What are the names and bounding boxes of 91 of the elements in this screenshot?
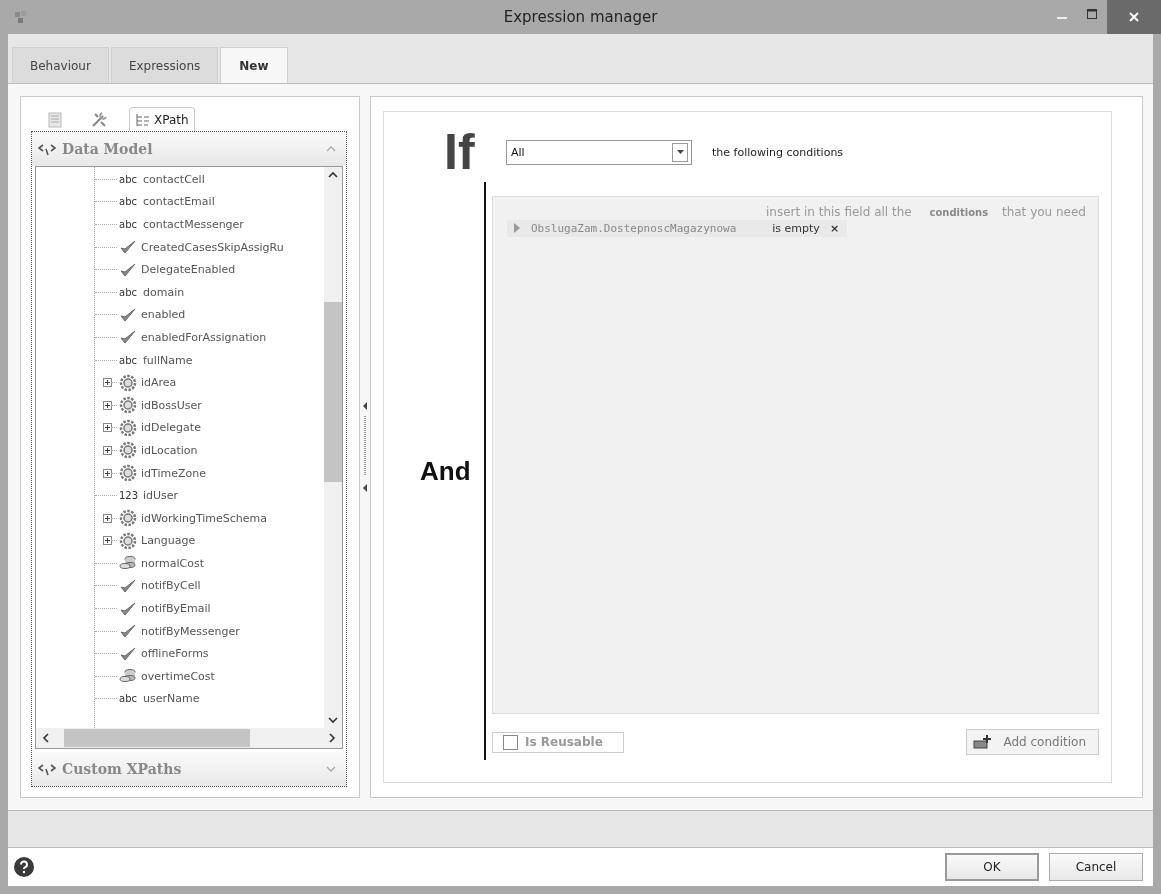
tree-item[interactable]: enabledForAssignation	[141, 330, 267, 344]
type-label: abc	[119, 286, 138, 298]
gear-icon	[119, 464, 137, 482]
check-icon	[119, 239, 137, 256]
gear-icon	[119, 531, 137, 550]
tree-item[interactable]: contactEmail	[143, 195, 215, 209]
check-icon	[119, 578, 137, 594]
expand-icon[interactable]	[103, 445, 112, 455]
tree-item[interactable]: contactCell	[143, 172, 205, 186]
tree-item[interactable]: overtimeCost	[141, 669, 215, 683]
tree-item[interactable]: idWorkingTimeSchema	[141, 511, 268, 525]
dropdown-arrow-icon	[676, 150, 684, 154]
horizontal-scrollbar[interactable]	[36, 728, 342, 748]
check-icon	[119, 329, 137, 346]
expand-icon[interactable]	[103, 468, 112, 478]
check-icon	[119, 600, 137, 617]
scroll-up-icon[interactable]	[328, 171, 338, 179]
help-icon[interactable]	[14, 857, 34, 877]
type-label: abc	[119, 196, 138, 208]
cancel-button[interactable]: Cancel	[1049, 853, 1143, 881]
tree-item[interactable]: enabled	[141, 308, 186, 322]
maximize-icon	[1086, 8, 1098, 20]
close-button[interactable]	[1107, 0, 1161, 34]
add-condition-button[interactable]: Add condition	[966, 729, 1099, 755]
check-icon	[119, 645, 137, 662]
gear-icon	[119, 418, 137, 437]
type-label: abc	[119, 693, 138, 705]
vertical-scrollbar[interactable]	[324, 167, 342, 728]
tab[interactable]: Expressions	[110, 47, 219, 83]
tree-item[interactable]: notifByCell	[141, 579, 201, 593]
tool-tab[interactable]: XPath	[129, 107, 195, 131]
expand-icon[interactable]	[103, 423, 112, 433]
condition-row[interactable]: ObslugaZam.DostepnoscMagazynowa is empty ×	[507, 219, 848, 237]
scroll-left-icon[interactable]	[42, 733, 50, 743]
tree-item[interactable]: idLocation	[141, 443, 198, 457]
tree-item[interactable]: userName	[143, 692, 200, 706]
expand-icon[interactable]	[103, 378, 112, 388]
app-icon	[14, 10, 28, 24]
tree-item[interactable]: domain	[143, 285, 185, 299]
arrows-icon	[38, 142, 56, 156]
scroll-right-icon[interactable]	[328, 733, 336, 743]
tree-item[interactable]: idBossUser	[141, 398, 202, 412]
scroll-down-icon[interactable]	[328, 716, 338, 724]
checkbox[interactable]	[503, 734, 518, 750]
close-icon	[1128, 11, 1140, 23]
if-keyword: If	[443, 127, 476, 177]
condition-suffix: the following conditions	[712, 145, 844, 159]
tree-item[interactable]: notifByMessenger	[141, 624, 240, 638]
and-keyword: And	[420, 455, 471, 487]
check-icon	[119, 261, 137, 278]
tree-item[interactable]: idArea	[141, 376, 177, 390]
tree-item[interactable]: normalCost	[141, 556, 204, 570]
tree-item[interactable]: Language	[141, 534, 196, 548]
tree-item[interactable]: CreatedCasesSkipAssigRu	[141, 240, 284, 254]
tools-icon	[91, 111, 107, 128]
hint-text: insert in this field all the conditions that you need	[764, 205, 1086, 219]
check-icon	[119, 623, 137, 640]
minimize-icon	[1057, 17, 1067, 19]
tree-item[interactable]: offlineForms	[141, 647, 209, 661]
tree-item[interactable]: fullName	[143, 353, 193, 367]
tree-item[interactable]: notifByEmail	[141, 602, 211, 616]
expand-icon[interactable]	[103, 513, 112, 523]
gear-icon	[119, 373, 137, 392]
tree-item[interactable]: contactMessenger	[143, 218, 244, 231]
add-icon	[973, 734, 994, 750]
coins-icon	[119, 668, 137, 685]
tree-item[interactable]: idTimeZone	[141, 466, 206, 480]
gear-icon	[119, 396, 137, 415]
tree-item[interactable]: idDelegate	[141, 421, 201, 435]
remove-button[interactable]: ×	[829, 221, 840, 235]
ok-button[interactable]: OK	[945, 853, 1039, 881]
expand-icon[interactable]	[103, 536, 112, 546]
coins-icon	[119, 555, 137, 572]
tab[interactable]: New	[220, 47, 288, 83]
expand-icon[interactable]	[103, 400, 112, 410]
match-dropdown[interactable]: All	[506, 139, 692, 165]
type-label: abc	[119, 173, 138, 185]
gear-icon	[119, 509, 137, 528]
tree-item[interactable]: DelegateEnabled	[141, 263, 236, 277]
expand-arrow-icon	[513, 222, 521, 234]
arrows-icon	[38, 762, 56, 776]
check-icon	[119, 306, 137, 323]
tree-icon	[135, 111, 151, 128]
type-label: abc	[119, 354, 138, 366]
document-icon	[47, 111, 63, 128]
type-label: 123	[119, 490, 139, 502]
type-label: abc	[119, 219, 138, 230]
window-title: Expression manager	[503, 8, 658, 26]
gear-icon	[119, 441, 137, 460]
tab[interactable]: Behaviour	[12, 47, 109, 83]
tree-item[interactable]: idUser	[143, 489, 179, 503]
